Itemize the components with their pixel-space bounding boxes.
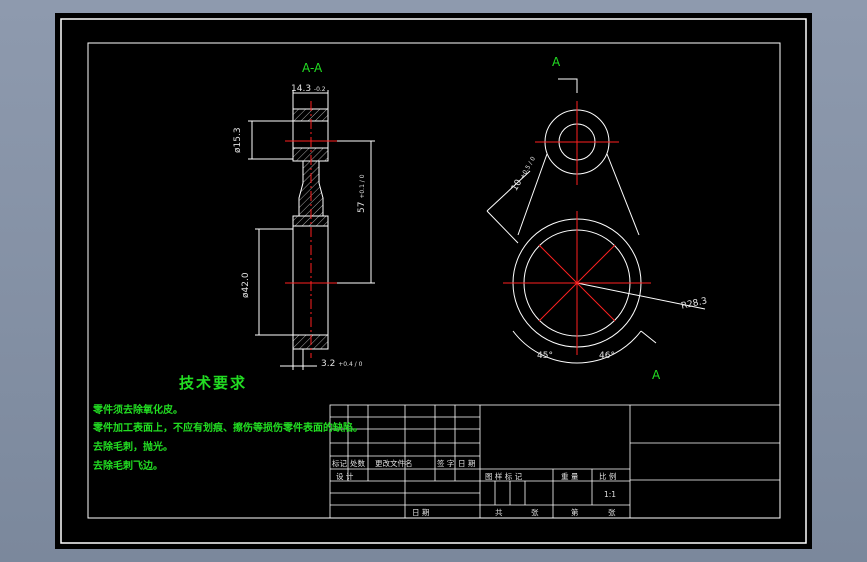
- outer-frame: [60, 18, 807, 544]
- total-label: 共: [495, 508, 503, 517]
- dim-width-top: 14.3 -0.2: [291, 84, 326, 94]
- cad-drawing: [60, 18, 807, 544]
- sheets-label: 张: [531, 508, 539, 517]
- dim-angle-left: 45°: [537, 351, 553, 361]
- scale-label: 比 例: [599, 472, 617, 481]
- tech-line-4: 去除毛刺飞边。: [93, 461, 163, 472]
- drawing-canvas: A-A A A 14.3 -0.2 ø15.3 ø42.0 57 +0.1 / …: [55, 13, 812, 549]
- scale-value: 1:1: [604, 490, 617, 499]
- section-marker-bottom: A: [652, 368, 661, 382]
- inner-frame: [87, 42, 781, 519]
- dim-dia-large: ø42.0: [241, 272, 251, 298]
- rev-header-file: 更改文件名: [375, 459, 413, 468]
- front-view: [486, 78, 706, 364]
- tech-title: 技术要求: [179, 374, 248, 392]
- tech-line-3: 去除毛刺，抛光。: [93, 442, 173, 453]
- front-centerlines: [503, 101, 651, 355]
- dim-center-dist: 57 +0.1 / 0: [357, 174, 367, 213]
- section-marker-top: A: [552, 55, 561, 69]
- tech-line-1: 零件须去除氧化皮。: [93, 405, 183, 416]
- design-label: 设 计: [336, 472, 354, 481]
- date-label: 日 期: [412, 508, 430, 517]
- rev-header-sign: 签 字: [437, 459, 455, 468]
- dim-bottom-gap: 3.2 +0.4 / 0: [321, 359, 363, 369]
- stage-header: 图 样 标 记: [485, 472, 523, 481]
- rev-header-mark: 标记: [332, 459, 347, 468]
- section-label: A-A: [302, 61, 323, 75]
- weight-label: 重 量: [561, 472, 579, 481]
- dim-dia-small: ø15.3: [233, 127, 243, 153]
- sheet-suffix-label: 张: [608, 508, 616, 517]
- tech-line-2: 零件加工表面上，不应有划痕、擦伤等损伤零件表面的缺陷。: [93, 423, 363, 434]
- rev-header-count: 处数: [350, 459, 365, 468]
- sheet-no-label: 第: [571, 508, 579, 517]
- dim-angle-right: 46°: [599, 351, 615, 361]
- rev-header-date: 日 期: [458, 459, 476, 468]
